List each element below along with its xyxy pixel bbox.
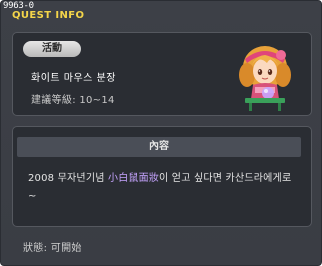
- level-range: 10~14: [79, 95, 115, 106]
- quest-summary-panel: 活動 화이트 마우스 분장 建議等級: 10~14: [12, 32, 312, 116]
- window-title: QUEST INFO: [12, 10, 85, 21]
- recommended-level: 建議等級: 10~14: [31, 91, 115, 106]
- status-value: 可開始: [50, 243, 82, 254]
- level-label: 建議等級:: [31, 95, 76, 106]
- description-text-start: 2008 무자년기념: [28, 173, 109, 184]
- quest-content-panel: 內容 2008 무자년기념 小白鼠面妝이 얻고 싶다면 카산드라에게로~: [12, 126, 312, 227]
- quest-category-tag: 活動: [23, 41, 81, 57]
- quest-name: 화이트 마우스 분장: [31, 73, 116, 84]
- quest-status: 狀態: 可開始: [23, 239, 82, 254]
- content-header: 內容: [17, 137, 301, 157]
- quest-item-name: 小白鼠面妝: [108, 173, 160, 184]
- quest-info-window: 9963-0 QUEST INFO 活動 화이트 마우스 분장 建議等級: 10…: [0, 0, 322, 266]
- npc-cassandra-portrait-icon: [237, 41, 293, 111]
- status-label: 狀態:: [23, 243, 48, 254]
- quest-description: 2008 무자년기념 小白鼠面妝이 얻고 싶다면 카산드라에게로~: [28, 170, 298, 206]
